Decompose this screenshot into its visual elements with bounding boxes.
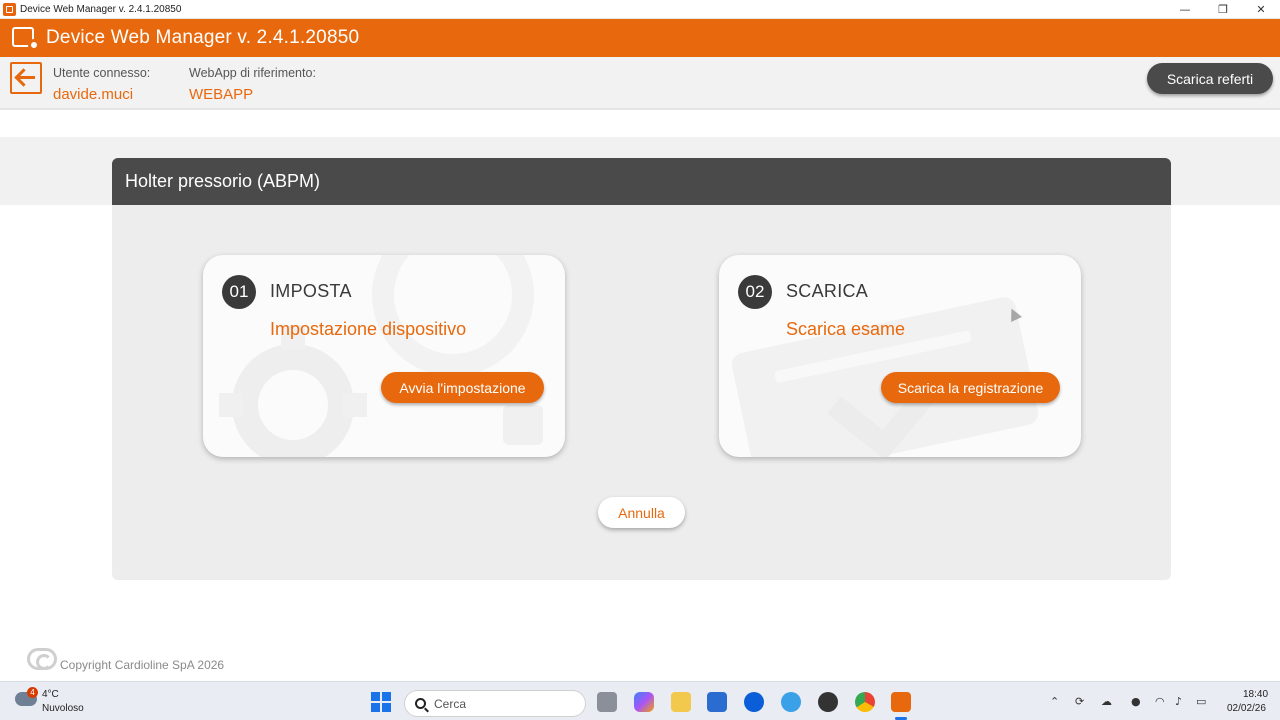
device-web-manager-taskbar-icon[interactable] xyxy=(891,692,911,712)
cardioline-logo-icon xyxy=(27,648,57,670)
device-manager-logo-icon xyxy=(10,25,40,51)
user-label: Utente connesso: xyxy=(53,66,151,80)
battery-icon[interactable]: ▭ xyxy=(1196,695,1206,708)
chevron-up-icon[interactable]: ⌃ xyxy=(1050,695,1059,708)
restore-button[interactable]: ❐ xyxy=(1204,0,1242,19)
step-number: 01 xyxy=(222,275,256,309)
support-assistant-icon[interactable] xyxy=(781,692,801,712)
clock-date[interactable]: 02/02/26 xyxy=(1227,703,1266,714)
search-placeholder: Cerca xyxy=(434,696,467,711)
download-card: 02 SCARICA Scarica esame Scarica la regi… xyxy=(719,255,1081,457)
step-number: 02 xyxy=(738,275,772,309)
webapp-value: WEBAPP xyxy=(189,86,254,103)
card-title: IMPOSTA xyxy=(270,281,352,301)
webapp-label: WebApp di riferimento: xyxy=(189,66,316,80)
chrome-icon[interactable] xyxy=(855,692,875,712)
panel-title: Holter pressorio (ABPM) xyxy=(112,158,1171,205)
onedrive-icon[interactable]: ☁ xyxy=(1101,695,1112,708)
sync-icon[interactable]: ⟳ xyxy=(1075,695,1084,708)
card-subtitle: Impostazione dispositivo xyxy=(270,319,467,339)
copilot-icon[interactable] xyxy=(634,692,654,712)
main-panel: Holter pressorio (ABPM) 01 IMPOSTA Impos… xyxy=(112,158,1171,580)
clock-app-icon[interactable] xyxy=(818,692,838,712)
app-name: Device Web Manager v. 2.4.1.20850 xyxy=(46,27,360,48)
cancel-button[interactable]: Annulla xyxy=(598,497,685,528)
weather-badge: 4 xyxy=(27,687,38,698)
start-setup-button[interactable]: Avvia l'impostazione xyxy=(381,372,544,403)
taskbar: 4 4°C Nuvoloso Cerca ⌃ ⟳ ☁ ● ◠ ♪ ▭ 18:40… xyxy=(0,681,1280,720)
task-view-icon[interactable] xyxy=(597,692,617,712)
setup-card: 01 IMPOSTA Impostazione dispositivo Avvi… xyxy=(203,255,565,457)
close-button[interactable]: ✕ xyxy=(1242,0,1280,19)
microphone-icon[interactable]: ● xyxy=(1131,695,1141,708)
window-title: Device Web Manager v. 2.4.1.20850 xyxy=(20,3,182,15)
volume-icon[interactable]: ♪ xyxy=(1175,695,1182,708)
user-value: davide.muci xyxy=(53,86,134,103)
hp-icon[interactable] xyxy=(744,692,764,712)
app-icon xyxy=(3,2,16,16)
store-icon[interactable] xyxy=(707,692,727,712)
copyright-text: Copyright Cardioline SpA 2026 xyxy=(60,658,225,672)
app-header: Device Web Manager v. 2.4.1.20850 xyxy=(0,19,1280,57)
wifi-icon[interactable]: ◠ xyxy=(1155,695,1165,708)
card-subtitle: Scarica esame xyxy=(786,319,906,339)
gear-icon xyxy=(219,255,543,457)
weather-temperature[interactable]: 4°C xyxy=(42,689,59,700)
weather-description[interactable]: Nuvoloso xyxy=(42,703,84,714)
taskbar-search[interactable]: Cerca xyxy=(404,690,586,717)
start-icon[interactable] xyxy=(371,692,391,712)
search-icon xyxy=(415,698,426,709)
minimize-button[interactable]: — xyxy=(1166,0,1204,19)
download-reports-button[interactable]: Scarica referti xyxy=(1147,63,1273,94)
window-controls: — ❐ ✕ xyxy=(1166,0,1280,19)
logout-icon[interactable] xyxy=(10,62,42,94)
clock-time[interactable]: 18:40 xyxy=(1243,689,1268,700)
info-bar: Utente connesso: davide.muci WebApp di r… xyxy=(0,57,1280,110)
file-explorer-icon[interactable] xyxy=(671,692,691,712)
card-title: SCARICA xyxy=(786,281,869,301)
download-recording-button[interactable]: Scarica la registrazione xyxy=(881,372,1060,403)
window-titlebar: Device Web Manager v. 2.4.1.20850 — ❐ ✕ xyxy=(0,0,1280,19)
download-icon xyxy=(731,297,1039,457)
